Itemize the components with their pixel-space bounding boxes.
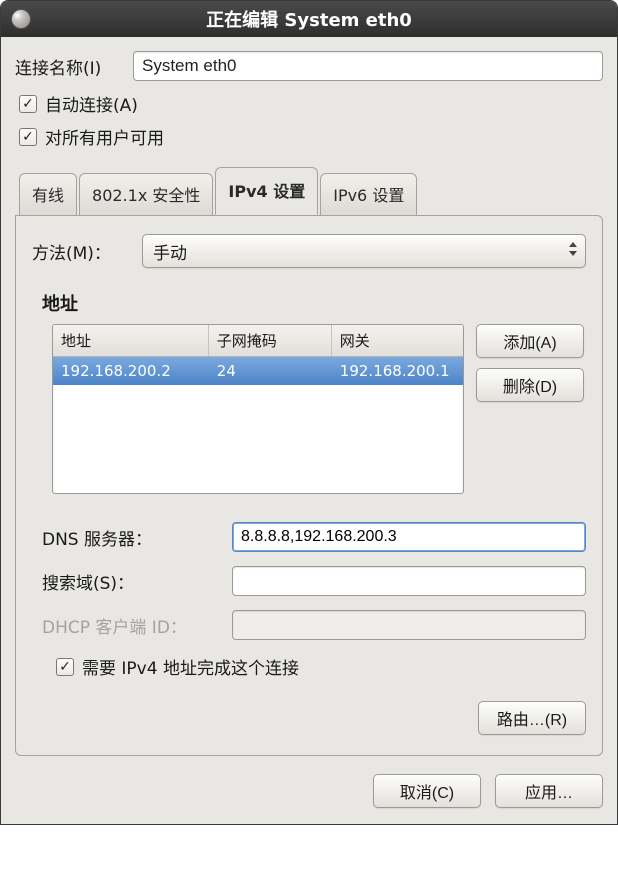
tab-security[interactable]: 802.1x 安全性 xyxy=(79,173,213,216)
tab-bar: 有线 802.1x 安全性 IPv4 设置 IPv6 设置 xyxy=(15,167,603,215)
remove-button[interactable]: 删除(D) xyxy=(476,368,584,402)
search-row: 搜索域(S)： xyxy=(32,566,586,596)
cancel-button[interactable]: 取消(C) xyxy=(373,774,481,808)
ipv4-panel: 方法(M)： 手动 地址 地址 子网掩码 网关 xyxy=(15,215,603,756)
dhcp-id-input xyxy=(232,610,586,640)
cell-gateway[interactable]: 192.168.200.1 xyxy=(332,357,463,385)
addresses-rows: 192.168.200.2 24 192.168.200.1 xyxy=(53,357,463,493)
all-users-checkbox[interactable] xyxy=(19,128,37,146)
require-ipv4-label: 需要 IPv4 地址完成这个连接 xyxy=(82,654,299,679)
window-title: 正在编辑 System eth0 xyxy=(206,6,412,32)
table-row[interactable]: 192.168.200.2 24 192.168.200.1 xyxy=(53,357,463,385)
window-menu-icon[interactable] xyxy=(11,9,31,29)
auto-connect-label: 自动连接(A) xyxy=(45,91,138,116)
cell-netmask[interactable]: 24 xyxy=(209,357,332,385)
dns-input[interactable] xyxy=(232,522,586,552)
dialog-buttons: 取消(C) 应用… xyxy=(1,762,617,824)
search-label: 搜索域(S)： xyxy=(42,569,232,594)
connection-name-label: 连接名称(I) xyxy=(15,54,133,79)
require-ipv4-checkbox[interactable] xyxy=(56,658,74,676)
dns-row: DNS 服务器： xyxy=(32,522,586,552)
dns-label: DNS 服务器： xyxy=(42,525,232,550)
add-button[interactable]: 添加(A) xyxy=(476,324,584,358)
titlebar: 正在编辑 System eth0 xyxy=(1,1,617,37)
dhcp-id-row: DHCP 客户端 ID： xyxy=(32,610,586,640)
col-address[interactable]: 地址 xyxy=(53,325,209,356)
addresses-heading: 地址 xyxy=(42,290,586,316)
apply-button[interactable]: 应用… xyxy=(495,774,603,808)
col-gateway[interactable]: 网关 xyxy=(332,325,463,356)
method-value: 手动 xyxy=(153,239,187,264)
tab-ipv4[interactable]: IPv4 设置 xyxy=(215,167,318,215)
tab-wired[interactable]: 有线 xyxy=(19,173,77,216)
search-input[interactable] xyxy=(232,566,586,596)
addresses-header: 地址 子网掩码 网关 xyxy=(53,325,463,357)
addresses-area: 地址 子网掩码 网关 192.168.200.2 24 192.168.200.… xyxy=(32,324,586,494)
connection-name-row: 连接名称(I) xyxy=(15,51,603,81)
auto-connect-row[interactable]: 自动连接(A) xyxy=(19,91,603,116)
col-netmask[interactable]: 子网掩码 xyxy=(209,325,332,356)
routes-row: 路由…(R) xyxy=(32,701,586,735)
dhcp-id-label: DHCP 客户端 ID： xyxy=(42,613,232,638)
method-label: 方法(M)： xyxy=(32,239,142,264)
all-users-row[interactable]: 对所有用户可用 xyxy=(19,124,603,149)
all-users-label: 对所有用户可用 xyxy=(45,124,164,149)
auto-connect-checkbox[interactable] xyxy=(19,95,37,113)
method-row: 方法(M)： 手动 xyxy=(32,234,586,268)
require-ipv4-row[interactable]: 需要 IPv4 地址完成这个连接 xyxy=(56,654,586,679)
routes-button[interactable]: 路由…(R) xyxy=(478,701,586,735)
window: 正在编辑 System eth0 连接名称(I) 自动连接(A) 对所有用户可用… xyxy=(0,0,618,825)
dialog-content: 连接名称(I) 自动连接(A) 对所有用户可用 有线 802.1x 安全性 IP… xyxy=(1,37,617,762)
updown-icon xyxy=(567,240,579,263)
addresses-buttons: 添加(A) 删除(D) xyxy=(476,324,584,494)
connection-flags: 自动连接(A) 对所有用户可用 xyxy=(19,91,603,149)
tab-ipv6[interactable]: IPv6 设置 xyxy=(320,173,417,216)
method-combo[interactable]: 手动 xyxy=(142,234,586,268)
cell-address[interactable]: 192.168.200.2 xyxy=(53,357,209,385)
addresses-table[interactable]: 地址 子网掩码 网关 192.168.200.2 24 192.168.200.… xyxy=(52,324,464,494)
connection-name-input[interactable] xyxy=(133,51,603,81)
